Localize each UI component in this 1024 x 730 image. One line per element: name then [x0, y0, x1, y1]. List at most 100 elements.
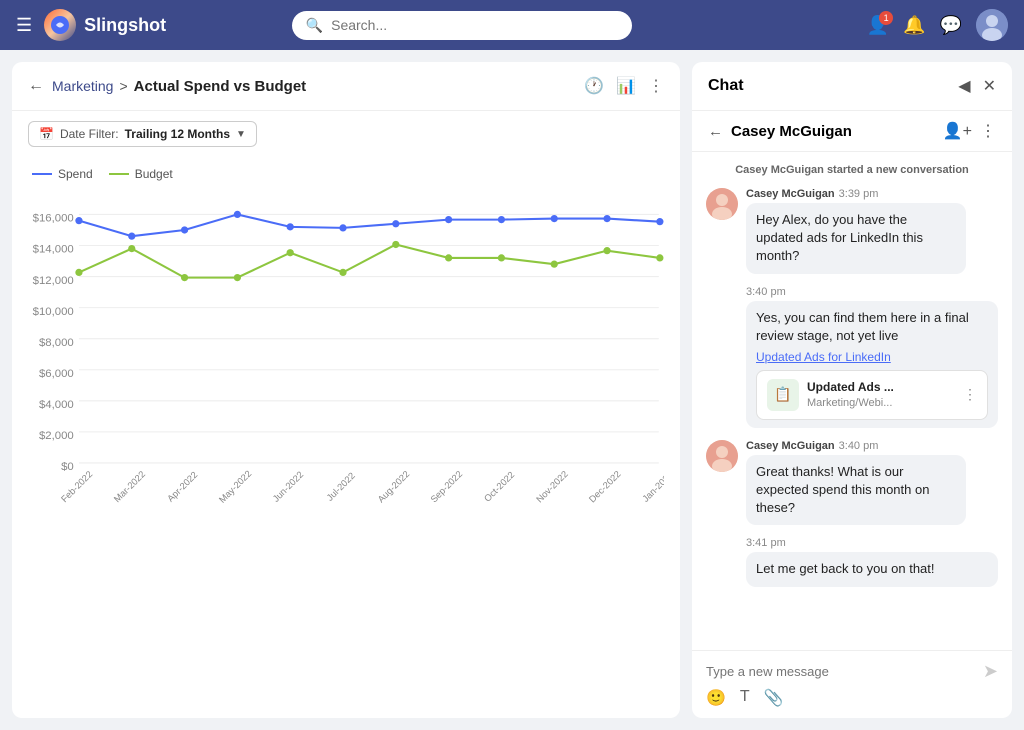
- message-time: 3:39 pm: [839, 188, 879, 200]
- add-user-icon[interactable]: 👤+: [943, 121, 972, 141]
- attach-icon[interactable]: 📎: [764, 688, 784, 708]
- topnav: ☰ Slingshot 🔍 👤 1 🔔 💬: [0, 0, 1024, 50]
- spend-legend-line: [32, 173, 52, 175]
- chart-legend: Spend Budget: [22, 167, 664, 181]
- legend-spend: Spend: [32, 167, 93, 181]
- sender-name: Casey McGuigan: [746, 188, 835, 200]
- svg-text:$8,000: $8,000: [39, 337, 74, 349]
- message-meta: Casey McGuigan 3:40 pm: [746, 440, 966, 452]
- svg-text:$6,000: $6,000: [39, 368, 74, 380]
- back-button[interactable]: ←: [28, 77, 44, 95]
- breadcrumb-current: Actual Spend vs Budget: [134, 78, 307, 95]
- chat-header-icons: ◀ ✕: [958, 76, 996, 96]
- chat-input-row: ➤: [706, 661, 998, 682]
- svg-text:Jul-2022: Jul-2022: [325, 471, 357, 503]
- attachment-card: 📋 Updated Ads ... Marketing/Webi... ⋮: [756, 370, 988, 420]
- svg-text:$10,000: $10,000: [33, 306, 74, 318]
- reply-bubble: Let me get back to you on that!: [746, 552, 998, 586]
- svg-text:Apr-2022: Apr-2022: [165, 470, 199, 504]
- chart-wrapper: $16,000 $14,000 $12,000 $10,000 $8,000 $…: [22, 191, 664, 718]
- bell-icon[interactable]: 🔔: [903, 15, 925, 36]
- sender-avatar: [706, 440, 738, 472]
- spend-label: Spend: [58, 167, 93, 181]
- svg-text:Dec-2022: Dec-2022: [587, 469, 623, 505]
- attachment-info: Updated Ads ... Marketing/Webi...: [807, 379, 955, 411]
- reply-bubble: Yes, you can find them here in a final r…: [746, 301, 998, 428]
- reply-meta: 3:40 pm: [746, 286, 998, 298]
- right-panel: Chat ◀ ✕ ← Casey McGuigan 👤+ ⋮ Casey McG…: [692, 62, 1012, 718]
- attachment-file-icon: 📋: [767, 379, 799, 411]
- svg-text:$0: $0: [61, 461, 74, 473]
- svg-text:$16,000: $16,000: [33, 213, 74, 225]
- legend-budget: Budget: [109, 167, 173, 181]
- budget-legend-line: [109, 173, 129, 175]
- schedule-icon[interactable]: 🕐: [584, 76, 604, 96]
- chat-title: Chat: [708, 77, 958, 95]
- search-bar: 🔍: [292, 11, 632, 40]
- message-row: Casey McGuigan 3:40 pm Great thanks! Wha…: [706, 440, 998, 526]
- message-row: Casey McGuigan 3:39 pm Hey Alex, do you …: [706, 188, 998, 274]
- attachment-more-icon[interactable]: ⋮: [963, 385, 977, 405]
- collapse-chat-icon[interactable]: ◀: [958, 76, 970, 96]
- reply-bubble-wrap: 3:41 pm Let me get back to you on that!: [746, 537, 998, 586]
- attachment-name: Updated Ads ...: [807, 379, 955, 396]
- svg-text:Oct-2022: Oct-2022: [482, 470, 516, 504]
- svg-text:$2,000: $2,000: [39, 430, 74, 442]
- message-meta: Casey McGuigan 3:39 pm: [746, 188, 966, 200]
- emoji-icon[interactable]: 🙂: [706, 688, 726, 708]
- filter-value: Trailing 12 Months: [125, 127, 230, 141]
- message-bubble-wrap: Casey McGuigan 3:39 pm Hey Alex, do you …: [746, 188, 966, 274]
- search-input[interactable]: [331, 17, 618, 33]
- chat-nav-icon[interactable]: 💬: [940, 15, 962, 36]
- date-filter-button[interactable]: 📅 Date Filter: Trailing 12 Months ▼: [28, 121, 257, 147]
- reply-bubble-wrap: 3:40 pm Yes, you can find them here in a…: [746, 286, 998, 428]
- attachment-path: Marketing/Webi...: [807, 396, 955, 411]
- svg-text:May-2022: May-2022: [217, 469, 253, 505]
- chat-tools: 🙂 T 📎: [706, 682, 998, 708]
- user-avatar[interactable]: [976, 9, 1008, 41]
- sender-name: Casey McGuigan: [746, 440, 835, 452]
- topnav-left: ☰ Slingshot: [16, 9, 166, 41]
- chat-input-area: ➤ 🙂 T 📎: [692, 650, 1012, 718]
- user-nav-icon[interactable]: 👤 1: [867, 15, 889, 36]
- send-button[interactable]: ➤: [983, 661, 998, 682]
- filter-label: Date Filter:: [60, 127, 119, 141]
- filter-bar: 📅 Date Filter: Trailing 12 Months ▼: [12, 111, 680, 157]
- filter-icon: 📅: [39, 127, 54, 141]
- svg-text:Nov-2022: Nov-2022: [534, 469, 570, 505]
- reply-meta: 3:41 pm: [746, 537, 998, 549]
- chart-icon[interactable]: 📊: [616, 76, 636, 96]
- chat-more-icon[interactable]: ⋮: [980, 121, 996, 141]
- logo-container: Slingshot: [44, 9, 166, 41]
- svg-text:Jan-2023: Jan-2023: [640, 469, 664, 503]
- app-logo: [44, 9, 76, 41]
- attachment-link[interactable]: Updated Ads for LinkedIn: [756, 349, 988, 366]
- message-bubble-wrap: Casey McGuigan 3:40 pm Great thanks! Wha…: [746, 440, 966, 526]
- main-content: ← Marketing > Actual Spend vs Budget 🕐 📊…: [0, 50, 1024, 730]
- close-chat-icon[interactable]: ✕: [983, 76, 996, 96]
- hamburger-icon[interactable]: ☰: [16, 15, 32, 36]
- chat-subheader: ← Casey McGuigan 👤+ ⋮: [692, 111, 1012, 152]
- svg-text:Feb-2022: Feb-2022: [59, 469, 94, 504]
- text-format-icon[interactable]: T: [740, 688, 750, 708]
- system-message: Casey McGuigan started a new conversatio…: [706, 164, 998, 176]
- breadcrumb-parent[interactable]: Marketing: [52, 78, 113, 94]
- chat-header: Chat ◀ ✕: [692, 62, 1012, 111]
- breadcrumb-separator: >: [119, 78, 127, 94]
- system-msg-text: started a new conversation: [827, 164, 969, 176]
- line-chart: $16,000 $14,000 $12,000 $10,000 $8,000 $…: [22, 191, 664, 621]
- left-panel: ← Marketing > Actual Spend vs Budget 🕐 📊…: [12, 62, 680, 718]
- breadcrumb: Marketing > Actual Spend vs Budget: [52, 78, 576, 95]
- svg-text:$12,000: $12,000: [33, 275, 74, 287]
- message-bubble: Hey Alex, do you have the updated ads fo…: [746, 203, 966, 274]
- chat-message-input[interactable]: [706, 664, 975, 679]
- more-options-icon[interactable]: ⋮: [648, 76, 664, 96]
- svg-text:Aug-2022: Aug-2022: [376, 469, 412, 505]
- chat-user-name: Casey McGuigan: [731, 123, 935, 140]
- panel-actions: 🕐 📊 ⋮: [584, 76, 664, 96]
- message-time: 3:40 pm: [839, 440, 879, 452]
- message-bubble: Great thanks! What is our expected spend…: [746, 455, 966, 526]
- back-to-chats-button[interactable]: ←: [708, 123, 723, 140]
- svg-text:Sep-2022: Sep-2022: [429, 469, 465, 505]
- budget-label: Budget: [135, 167, 173, 181]
